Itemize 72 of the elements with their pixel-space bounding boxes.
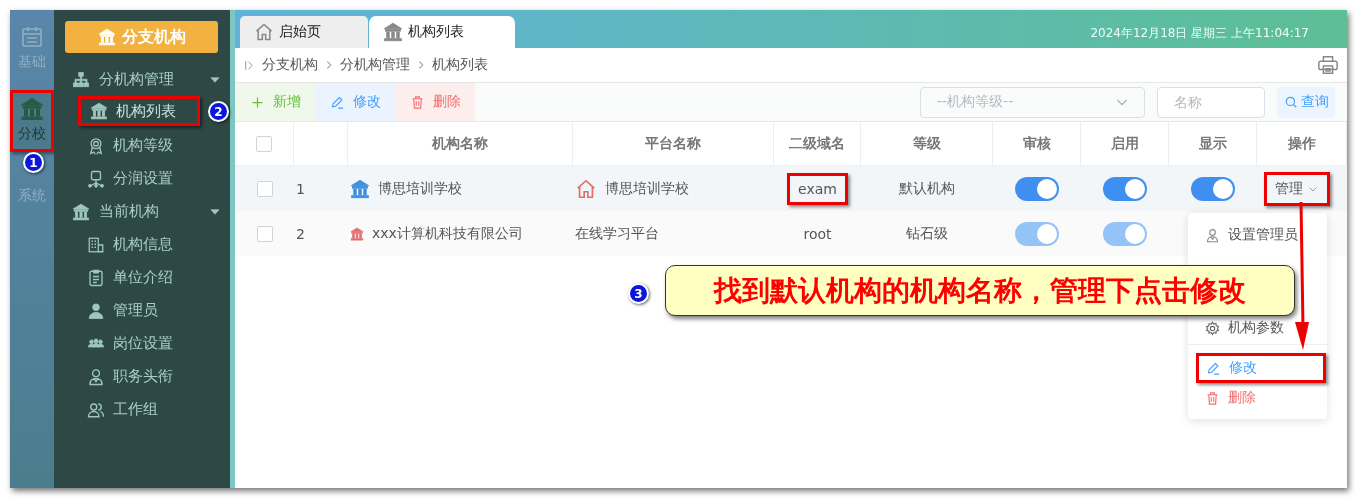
table-cell: 钻石级 <box>906 224 948 243</box>
menu-item[interactable]: 分润设置 <box>54 162 230 195</box>
medal-icon <box>87 136 105 155</box>
chevron-right-icon <box>324 60 334 70</box>
column-header: 启用 <box>1110 134 1139 153</box>
toggle-switch[interactable] <box>1191 176 1235 201</box>
clipboard-icon <box>87 268 105 287</box>
table-cell: 默认机构 <box>899 179 955 198</box>
menu-item[interactable]: 机构参数 <box>1188 313 1327 343</box>
column-header: 操作 <box>1287 134 1316 153</box>
tab[interactable]: 机构列表 <box>369 16 515 48</box>
print-icon <box>1317 54 1339 76</box>
breadcrumb-link[interactable]: 分支机构 <box>262 56 318 74</box>
bank-icon <box>72 202 90 221</box>
user-badge-icon <box>87 367 105 386</box>
table-cell: 在线学习平台 <box>575 224 659 243</box>
menu-group[interactable]: 分机构管理 <box>54 63 230 96</box>
select-all-checkbox[interactable] <box>256 135 272 152</box>
menu-item[interactable]: 单位介绍 <box>54 261 230 294</box>
column-header: 平台名称 <box>645 134 701 153</box>
toggle-switch[interactable] <box>1103 176 1147 201</box>
breadcrumb-start-icon <box>243 58 256 72</box>
users-icon <box>87 400 105 419</box>
column-header: 显示 <box>1198 134 1227 153</box>
date-time: 2024年12月18日 星期三 上午11:04:17 <box>1090 24 1310 42</box>
user-icon <box>87 301 105 320</box>
gear-icon <box>1205 320 1220 336</box>
home-icon <box>575 177 597 200</box>
table-cell: exam <box>787 172 848 205</box>
callout: 找到默认机构的机构名称，管理下点击修改 <box>665 265 1295 316</box>
bank-icon <box>383 22 403 42</box>
menu-item[interactable]: 机构等级 <box>54 129 230 162</box>
row-checkbox[interactable] <box>256 225 273 242</box>
name-field[interactable]: 名称 <box>1157 86 1265 118</box>
pencil-icon <box>329 94 345 110</box>
table-cell: root <box>803 225 832 242</box>
pencil-icon <box>1206 360 1221 376</box>
manage-dropdown[interactable]: 管理 <box>1264 171 1330 206</box>
menu-item[interactable]: 工作组 <box>54 393 230 426</box>
breadcrumb-link[interactable]: 分机构管理 <box>340 56 410 74</box>
bank-icon <box>97 28 116 46</box>
menu-item[interactable]: 设置管理员 <box>1188 220 1327 250</box>
row-number: 2 <box>296 225 305 242</box>
user-badge-icon <box>1205 227 1220 243</box>
table-cell: 博思培训学校 <box>378 179 462 198</box>
menu-item[interactable]: 岗位设置 <box>54 327 230 360</box>
column-header: 等级 <box>912 134 941 153</box>
column-header: 机构名称 <box>432 134 488 153</box>
tab[interactable]: 启始页 <box>240 16 368 48</box>
calendar-icon <box>20 25 44 49</box>
bank-icon <box>20 97 44 121</box>
chevron-right-icon <box>416 60 426 70</box>
toggle-switch[interactable] <box>1015 176 1059 201</box>
menu-item[interactable]: 职务头衔 <box>54 360 230 393</box>
menu-item[interactable]: 管理员 <box>54 294 230 327</box>
bank-icon <box>90 102 108 120</box>
menu-item[interactable]: 机构信息 <box>54 228 230 261</box>
hierarchy-icon <box>87 169 105 188</box>
table-cell: xxx计算机科技有限公司 <box>372 224 523 243</box>
trash-icon <box>1205 390 1220 406</box>
building-icon <box>87 235 105 254</box>
menu-item[interactable]: 机构列表 <box>78 96 200 126</box>
menu-group[interactable]: 当前机构 <box>54 195 230 228</box>
home-icon <box>254 22 274 42</box>
row-number: 1 <box>296 180 305 197</box>
column-header: 二级域名 <box>789 134 845 153</box>
table-cell: 博思培训学校 <box>605 179 689 198</box>
column-header: 审核 <box>1022 134 1051 153</box>
row-checkbox[interactable] <box>256 180 273 197</box>
sitemap-icon <box>72 70 90 89</box>
breadcrumb-link[interactable]: 机构列表 <box>432 56 488 74</box>
search-icon <box>1283 95 1298 109</box>
